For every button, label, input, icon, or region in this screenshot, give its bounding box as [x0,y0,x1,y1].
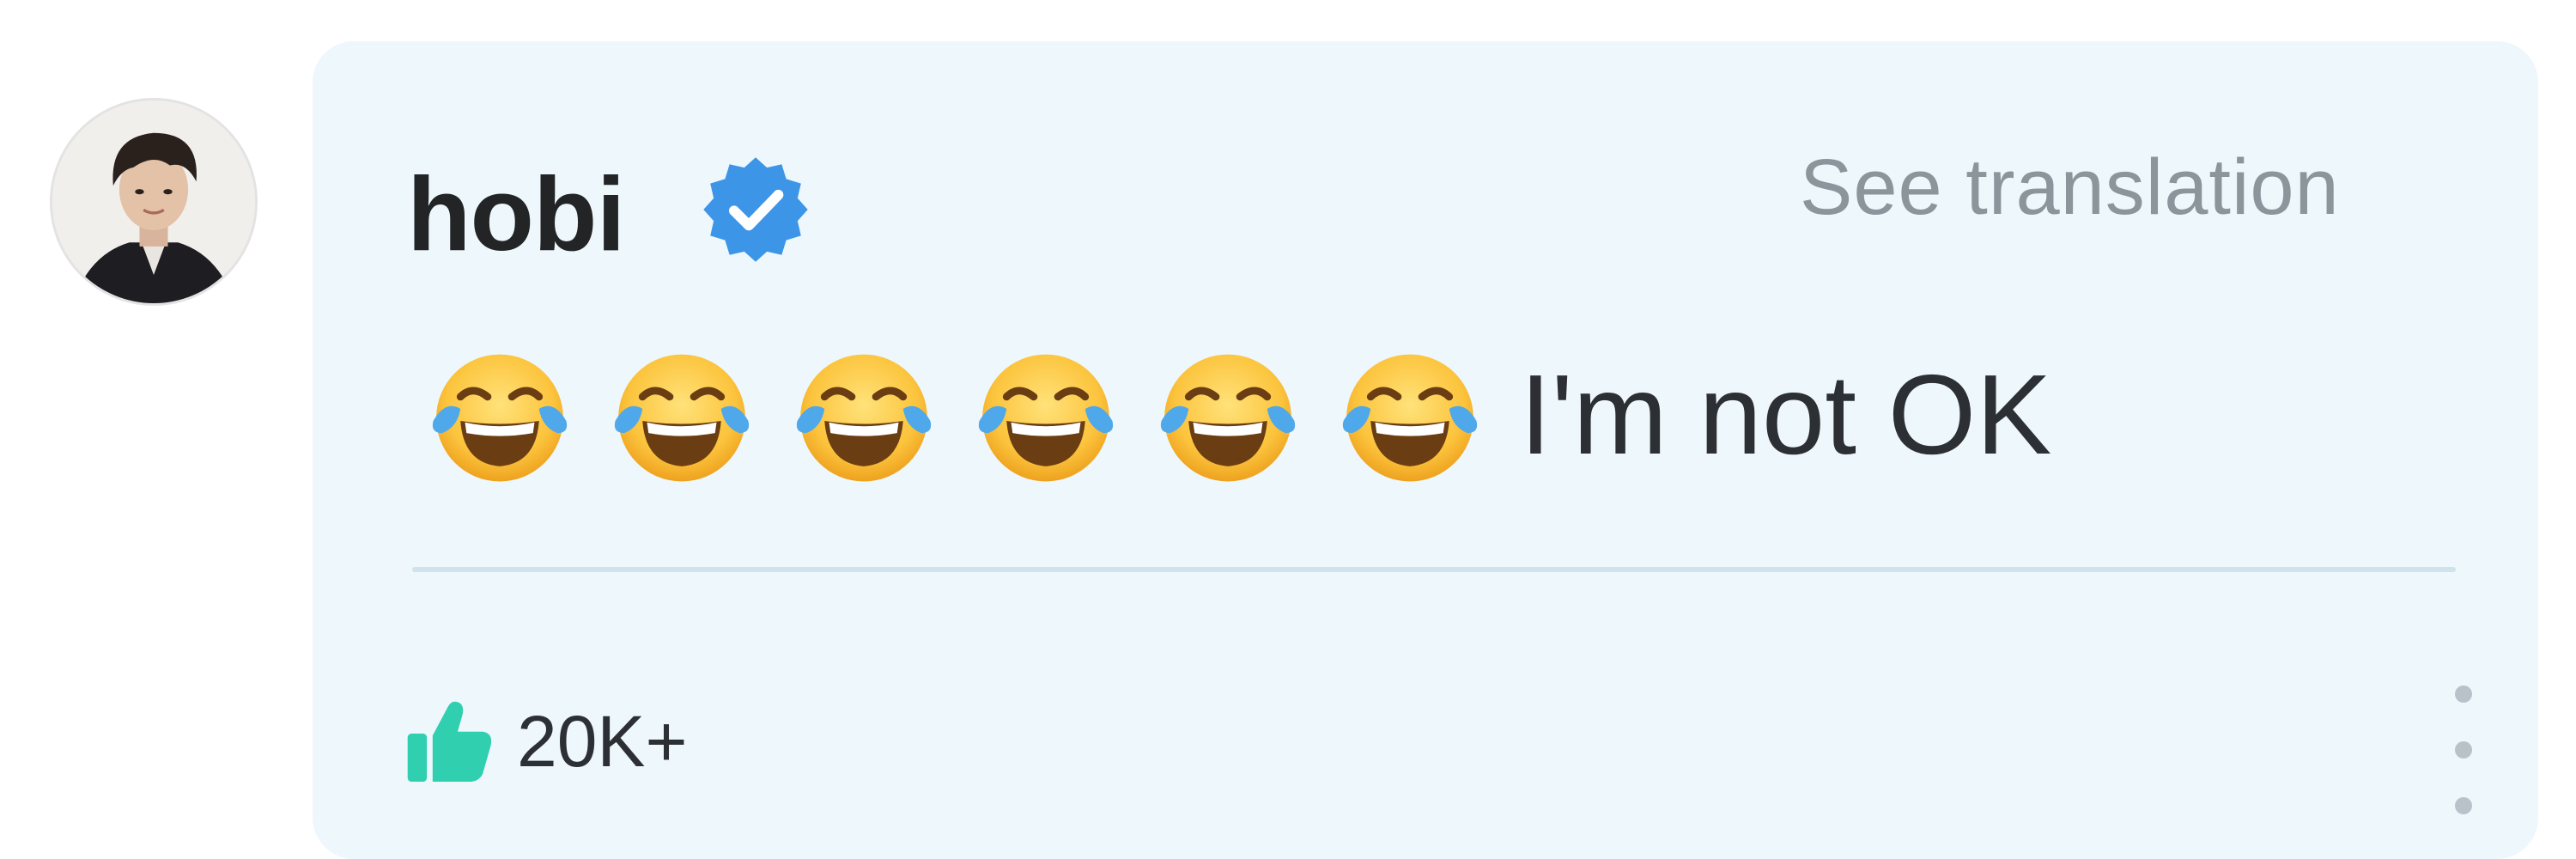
comment-text: I'm not OK [1520,351,2052,478]
tears-of-joy-emoji-icon [1334,339,1485,490]
author-avatar[interactable] [50,98,258,306]
like-button[interactable]: 20K+ [402,677,688,806]
thumbs-up-icon [402,693,498,789]
tears-of-joy-emoji-icon [606,339,757,490]
tears-of-joy-emoji-icon [424,339,575,490]
tears-of-joy-emoji-icon [970,339,1121,490]
tears-of-joy-emoji-icon [1152,339,1303,490]
author-name[interactable]: hobi [407,161,625,266]
see-translation-link[interactable]: See translation [1800,148,2340,227]
comment-card: hobi See translation I'm not OK 20K+ [0,0,2576,859]
avatar-photo-icon [52,101,255,303]
comment-body: I'm not OK [424,333,2051,497]
like-count: 20K+ [517,701,688,782]
footer-divider [412,567,2456,572]
verified-badge-icon [699,153,812,266]
more-options-icon[interactable] [2433,677,2494,823]
comment-bubble: hobi See translation I'm not OK 20K+ [313,41,2538,859]
tears-of-joy-emoji-icon [788,339,939,490]
